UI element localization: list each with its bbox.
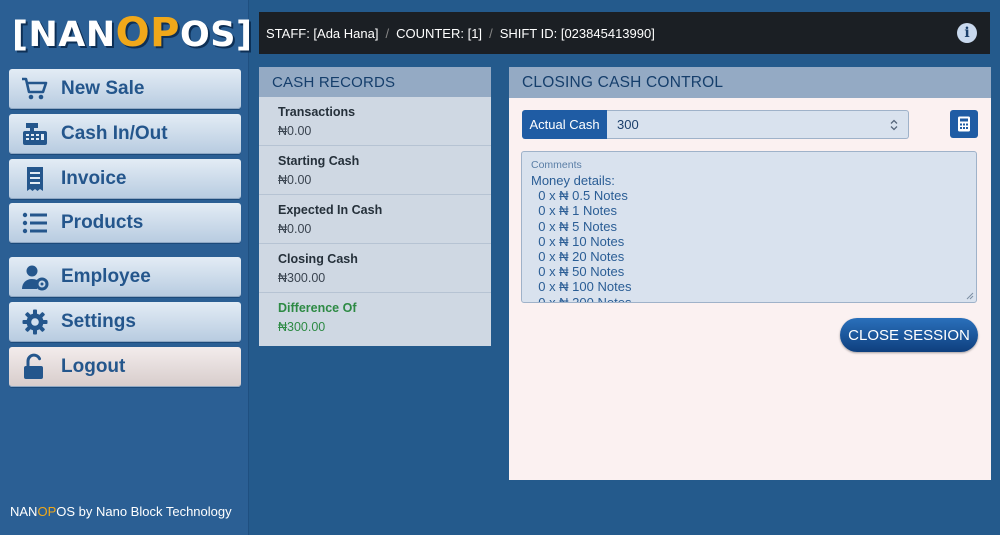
sidebar-item-label: New Sale: [61, 78, 145, 99]
record-difference: Difference Of ₦300.00: [259, 293, 491, 342]
record-value: ₦0.00: [278, 172, 312, 187]
record-value: ₦0.00: [278, 221, 312, 236]
breadcrumb-separator: /: [385, 25, 390, 41]
comments-text: Money details: 0 x ₦ 0.5 Notes 0 x ₦ 1 N…: [531, 173, 632, 303]
sidebar-item-employee[interactable]: Employee: [9, 257, 241, 297]
sidebar-item-label: Invoice: [61, 168, 127, 189]
comments-label: Comments: [531, 159, 582, 171]
calculator-button[interactable]: [950, 110, 978, 138]
receipt-icon: [21, 165, 49, 193]
closing-cash-control-panel: CLOSING CASH CONTROL Actual Cash 300 Com…: [509, 67, 991, 480]
comments-textarea[interactable]: Comments Money details: 0 x ₦ 0.5 Notes …: [521, 151, 977, 303]
actual-cash-value: 300: [617, 117, 639, 132]
sidebar-item-label: Logout: [61, 356, 126, 377]
session-info-bar: STAFF: [Ada Hana] / COUNTER: [1] / SHIFT…: [259, 12, 990, 54]
sidebar: [NANOPOS] New Sale Cash In/Out Invoice P…: [0, 0, 253, 535]
closing-cash-title: CLOSING CASH CONTROL: [509, 67, 991, 98]
actual-cash-input[interactable]: 300: [607, 110, 909, 139]
actual-cash-label: Actual Cash: [522, 110, 607, 139]
sidebar-item-settings[interactable]: Settings: [9, 302, 241, 342]
calculator-icon: [958, 116, 970, 132]
record-label: Closing Cash: [278, 251, 358, 266]
sidebar-item-label: Products: [61, 212, 144, 233]
record-closing-cash: Closing Cash ₦300.00: [259, 244, 491, 293]
info-icon[interactable]: i: [957, 23, 977, 43]
user-cog-icon: [21, 263, 49, 291]
cash-register-icon: [21, 120, 49, 148]
cash-records-title: CASH RECORDS: [259, 67, 491, 97]
sidebar-item-products[interactable]: Products: [9, 203, 241, 243]
record-label: Difference Of: [278, 301, 357, 315]
record-transactions: Transactions ₦0.00: [259, 97, 491, 146]
sidebar-item-label: Settings: [61, 311, 136, 332]
close-session-button[interactable]: CLOSE SESSION: [840, 318, 978, 352]
record-starting-cash: Starting Cash ₦0.00: [259, 146, 491, 195]
cart-icon: [21, 75, 49, 103]
sidebar-item-new-sale[interactable]: New Sale: [9, 69, 241, 109]
record-expected-in-cash: Expected In Cash ₦0.00: [259, 195, 491, 244]
spinner-icon[interactable]: [890, 119, 898, 131]
record-label: Starting Cash: [278, 153, 360, 168]
list-icon: [21, 209, 49, 237]
record-value: ₦300.00: [278, 320, 326, 334]
sidebar-item-label: Employee: [61, 266, 151, 287]
staff-label: STAFF: [Ada Hana]: [266, 25, 379, 41]
gear-icon: [21, 308, 49, 336]
breadcrumb-separator: /: [489, 25, 493, 41]
sidebar-item-invoice[interactable]: Invoice: [9, 159, 241, 199]
counter-label: COUNTER: [1]: [396, 25, 483, 41]
footer-credit: NANOPOS by Nano Block Technology: [10, 504, 232, 519]
shift-id-label: SHIFT ID: [023845413990]: [499, 25, 655, 41]
unlock-icon: [21, 353, 49, 381]
record-label: Transactions: [278, 104, 356, 119]
sidebar-item-label: Cash In/Out: [61, 123, 168, 144]
actual-cash-group: Actual Cash 300: [522, 110, 909, 139]
record-label: Expected In Cash: [278, 202, 383, 217]
app-logo: [NANOPOS]: [12, 10, 253, 56]
sidebar-item-logout[interactable]: Logout: [9, 347, 241, 387]
cash-records-panel: CASH RECORDS Transactions ₦0.00 Starting…: [259, 67, 491, 346]
record-value: ₦0.00: [278, 123, 312, 138]
record-value: ₦300.00: [278, 270, 326, 285]
resize-handle-icon[interactable]: [966, 292, 974, 300]
sidebar-item-cash-in-out[interactable]: Cash In/Out: [9, 114, 241, 154]
